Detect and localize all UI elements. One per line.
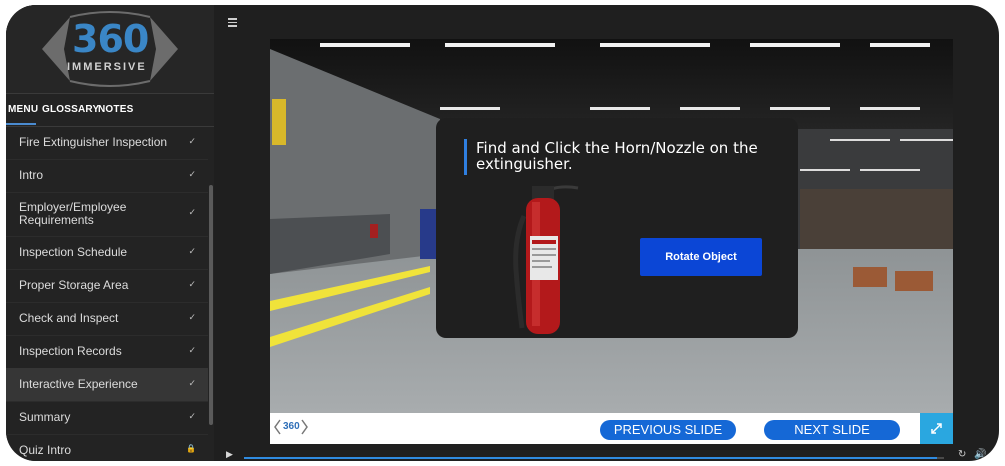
check-icon: ✓: [188, 208, 196, 218]
menu-item-inspection-records[interactable]: Inspection Records ✓: [6, 335, 208, 369]
menu-item-label: Check and Inspect: [19, 311, 119, 325]
check-icon: ✓: [188, 280, 196, 290]
menu-item-label: Employer/Employee Requirements: [19, 200, 127, 227]
footer-logo: 360: [274, 418, 308, 436]
menu-item-label: Inspection Schedule: [19, 245, 128, 259]
menu-item-label: Interactive Experience: [19, 377, 138, 391]
check-icon: ✓: [188, 346, 196, 356]
slide-stage[interactable]: Find and Click the Horn/Nozzle on the ex…: [270, 39, 953, 444]
menu-item-label: Summary: [19, 410, 71, 424]
dialog-accent-bar: [464, 139, 467, 175]
menu-item-check-and-inspect[interactable]: Check and Inspect ✓: [6, 302, 208, 336]
menu-item-inspection-schedule[interactable]: Inspection Schedule ✓: [6, 236, 208, 270]
lock-icon: 🔒: [186, 444, 196, 453]
check-icon: ✓: [188, 412, 196, 422]
menu-item-intro[interactable]: Intro ✓: [6, 159, 208, 193]
logo: 360 IMMERSIVE: [6, 5, 214, 93]
sidebar: 360 IMMERSIVE MENU GLOSSARY NOTES Fire E…: [6, 5, 214, 461]
menu-item-quiz-intro[interactable]: Quiz Intro 🔒: [6, 434, 208, 461]
menu-item-label: Quiz Intro: [19, 443, 72, 457]
progress-fill: [244, 457, 937, 459]
menu-item-interactive-experience[interactable]: Interactive Experience ✓: [6, 368, 208, 402]
expand-icon: [931, 423, 942, 434]
tab-notes[interactable]: NOTES: [98, 104, 133, 115]
sidebar-scrollbar[interactable]: [209, 185, 213, 425]
tab-menu[interactable]: MENU: [8, 104, 38, 115]
menu-item-label: Fire Extinguisher Inspection: [19, 135, 168, 149]
menu-item-fire-extinguisher-inspection[interactable]: Fire Extinguisher Inspection ✓: [6, 126, 208, 160]
fire-extinguisher[interactable]: [496, 178, 596, 338]
tab-active-indicator: [6, 123, 36, 125]
playback-bar: ▶ ↻ 🔊: [224, 449, 999, 461]
volume-icon[interactable]: 🔊: [974, 449, 986, 460]
hamburger-menu-icon[interactable]: [228, 18, 237, 29]
check-icon: ✓: [188, 379, 196, 389]
check-icon: ✓: [188, 313, 196, 323]
menu-item-summary[interactable]: Summary ✓: [6, 401, 208, 435]
check-icon: ✓: [188, 170, 196, 180]
dialog-instruction: Find and Click the Horn/Nozzle on the ex…: [476, 139, 758, 173]
replay-icon[interactable]: ↻: [958, 449, 966, 460]
progress-track[interactable]: [244, 457, 944, 459]
logo-number: 360: [72, 17, 149, 61]
footer-logo-text: 360: [283, 421, 300, 432]
check-icon: ✓: [188, 137, 196, 147]
play-icon[interactable]: ▶: [226, 450, 233, 460]
menu-item-label: Inspection Records: [19, 344, 122, 358]
menu-item-proper-storage-area[interactable]: Proper Storage Area ✓: [6, 269, 208, 303]
next-slide-button[interactable]: NEXT SLIDE: [764, 420, 900, 440]
tab-glossary[interactable]: GLOSSARY: [42, 104, 99, 115]
menu-item-employer-employee-requirements[interactable]: Employer/Employee Requirements ✓: [6, 192, 208, 237]
menu-item-label: Intro: [19, 168, 44, 182]
instruction-dialog: Find and Click the Horn/Nozzle on the ex…: [436, 118, 798, 338]
fullscreen-button[interactable]: [920, 413, 953, 444]
sidebar-tabs: MENU GLOSSARY NOTES: [6, 93, 214, 127]
rotate-object-button[interactable]: Rotate Object: [640, 238, 762, 276]
logo-word: IMMERSIVE: [67, 61, 147, 73]
check-icon: ✓: [188, 247, 196, 257]
slide-nav-bar: 360 PREVIOUS SLIDE NEXT SLIDE: [270, 413, 953, 444]
app-frame: 360 IMMERSIVE MENU GLOSSARY NOTES Fire E…: [6, 5, 999, 461]
menu-item-label: Proper Storage Area: [19, 278, 129, 292]
previous-slide-button[interactable]: PREVIOUS SLIDE: [600, 420, 736, 440]
